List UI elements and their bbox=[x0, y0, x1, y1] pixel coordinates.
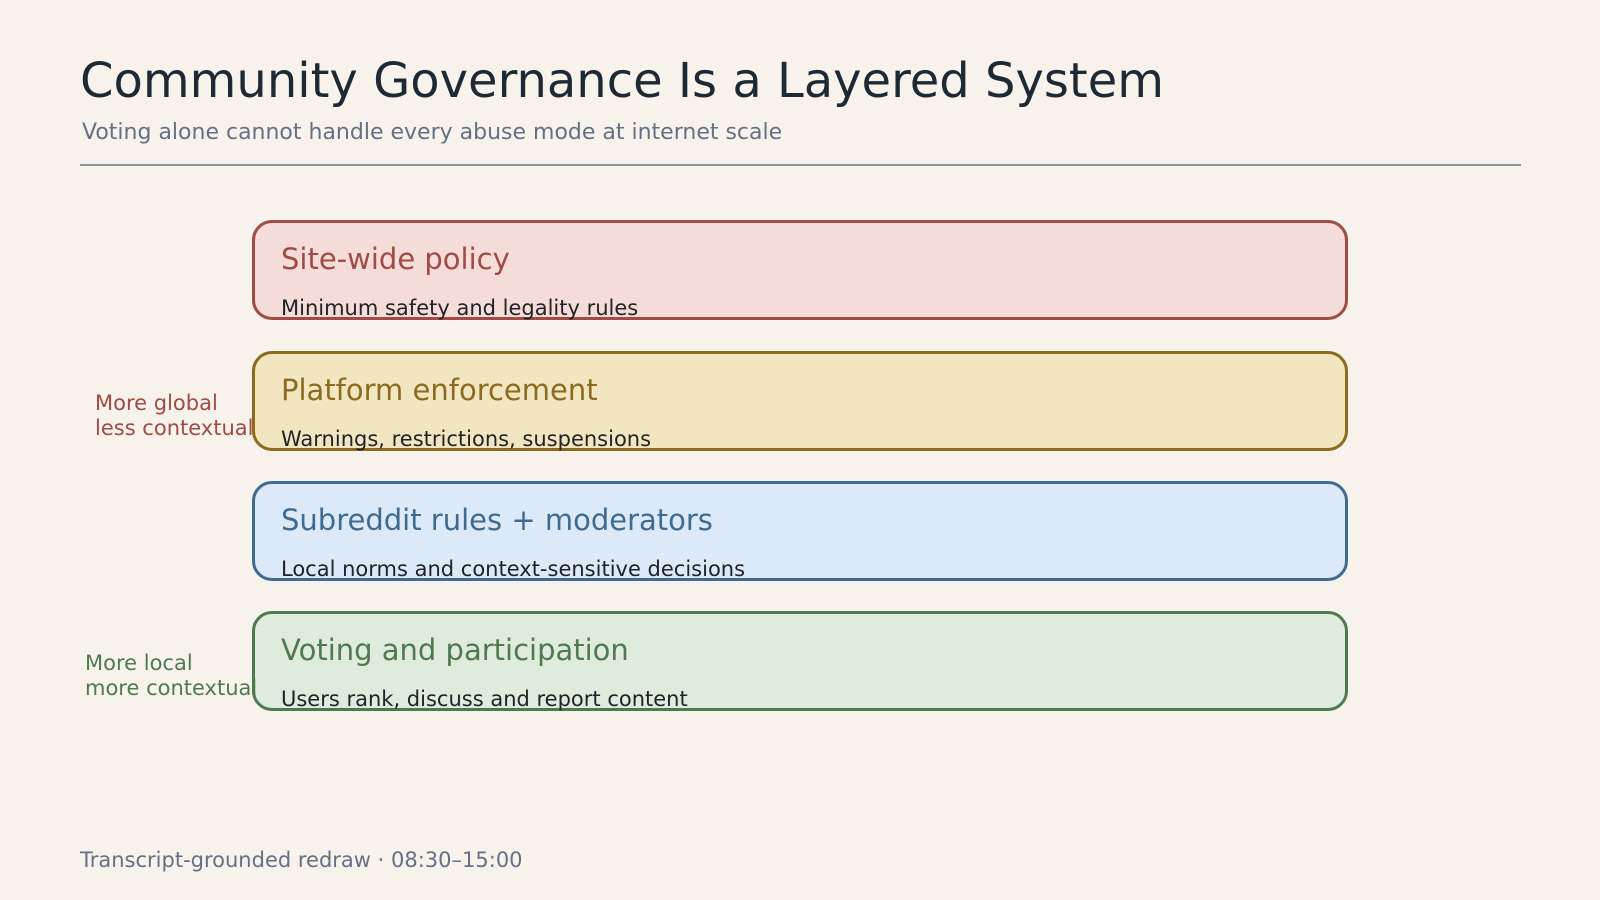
side-label-line: less contextual bbox=[95, 416, 254, 440]
layer-description: Users rank, discuss and report content bbox=[281, 687, 688, 711]
side-label-local: More local more contextual bbox=[85, 651, 257, 701]
side-label-global: More global less contextual bbox=[95, 391, 253, 441]
side-label-line: More local bbox=[85, 651, 193, 675]
layer-voting-participation: Voting and participation Users rank, dis… bbox=[252, 611, 1348, 711]
layer-description: Warnings, restrictions, suspensions bbox=[281, 427, 652, 451]
slide-title: Community Governance Is a Layered System bbox=[80, 53, 1165, 109]
slide-subtitle: Voting alone cannot handle every abuse m… bbox=[82, 120, 783, 145]
layer-subreddit-rules: Subreddit rules + moderators Local norms… bbox=[252, 481, 1348, 581]
layer-title: Site-wide policy bbox=[281, 242, 510, 276]
slide-footer: Transcript-grounded redraw · 08:30–15:00 bbox=[80, 848, 523, 872]
title-divider bbox=[80, 164, 1521, 166]
side-label-line: More global bbox=[95, 391, 218, 415]
layer-description: Local norms and context-sensitive decisi… bbox=[281, 557, 746, 581]
layer-title: Subreddit rules + moderators bbox=[281, 503, 713, 537]
side-label-line: more contextual bbox=[85, 676, 258, 700]
layer-title: Platform enforcement bbox=[281, 373, 598, 407]
layer-description: Minimum safety and legality rules bbox=[281, 296, 639, 320]
layer-title: Voting and participation bbox=[281, 633, 629, 667]
layer-platform-enforcement: Platform enforcement Warnings, restricti… bbox=[252, 351, 1348, 451]
layer-site-wide-policy: Site-wide policy Minimum safety and lega… bbox=[252, 220, 1348, 320]
